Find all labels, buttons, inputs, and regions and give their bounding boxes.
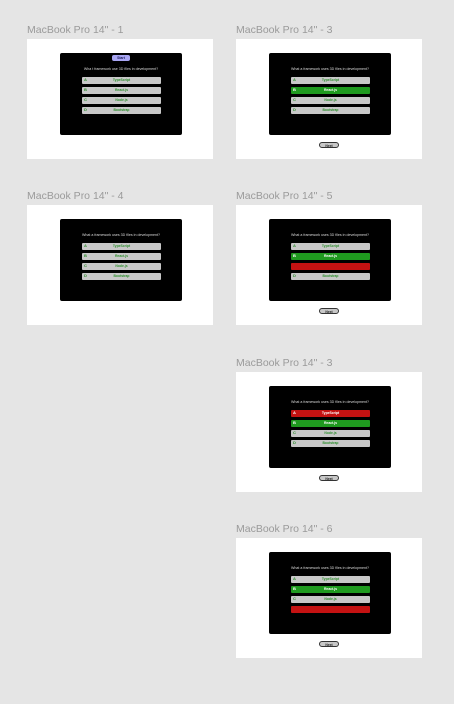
answer-b-correct[interactable]: B React.js bbox=[291, 253, 370, 260]
answer-c[interactable]: C Node.js bbox=[291, 596, 370, 603]
answer-text: Node.js bbox=[324, 431, 337, 435]
answer-text: React.js bbox=[323, 88, 337, 92]
quiz-screen: What a framework uses 3D files in develo… bbox=[269, 552, 391, 634]
answer-a[interactable]: A TypeScript bbox=[82, 243, 161, 250]
answer-c-wrong[interactable] bbox=[291, 263, 370, 270]
answer-text: TypeScript bbox=[112, 244, 131, 248]
quiz-screen: What a framework uses 3D files in develo… bbox=[269, 386, 391, 468]
answer-text: Bootstrap bbox=[322, 274, 339, 278]
quiz-screen: What a framework uses 3D files in develo… bbox=[269, 219, 391, 301]
answer-a[interactable]: A TypeScript bbox=[82, 77, 161, 84]
answer-text: Node.js bbox=[324, 98, 337, 102]
start-button[interactable]: Start bbox=[112, 55, 130, 61]
answer-c[interactable]: C Node.js bbox=[82, 263, 161, 270]
answer-c[interactable]: C Node.js bbox=[82, 97, 161, 104]
next-button[interactable]: Next bbox=[319, 475, 339, 481]
answer-d[interactable]: D Bootstrap bbox=[82, 273, 161, 280]
answer-b[interactable]: B React.js bbox=[82, 253, 161, 260]
frame-label-5: MacBook Pro 14" - 5 bbox=[236, 190, 333, 202]
answer-b-correct[interactable]: B React.js bbox=[291, 87, 370, 94]
frame-label-1: MacBook Pro 14" - 1 bbox=[27, 24, 124, 36]
answer-text: TypeScript bbox=[321, 78, 340, 82]
question-text: What a framework uses 3D files in develo… bbox=[81, 233, 161, 237]
answer-b-correct[interactable]: B React.js bbox=[291, 420, 370, 427]
answer-text: Node.js bbox=[324, 597, 337, 601]
answer-a[interactable]: A TypeScript bbox=[291, 243, 370, 250]
frame-macbook-1: Start Wha t framework use 3D files in de… bbox=[27, 39, 213, 159]
next-button[interactable]: Next bbox=[319, 308, 339, 314]
answer-d[interactable]: D Bootstrap bbox=[291, 440, 370, 447]
answer-c[interactable]: C Node.js bbox=[291, 97, 370, 104]
answer-d[interactable]: D Bootstrap bbox=[291, 107, 370, 114]
answer-c[interactable]: C Node.js bbox=[291, 430, 370, 437]
answer-text: React.js bbox=[114, 254, 128, 258]
quiz-screen: What a framework uses 3D files in develo… bbox=[269, 53, 391, 135]
question-text: What a framework uses 3D files in develo… bbox=[290, 233, 370, 237]
answer-text: Bootstrap bbox=[113, 274, 130, 278]
frame-macbook-5: What a framework uses 3D files in develo… bbox=[236, 205, 422, 325]
frame-macbook-3b: What a framework uses 3D files in develo… bbox=[236, 372, 422, 492]
answer-b[interactable]: B React.js bbox=[82, 87, 161, 94]
question-text: What a framework uses 3D files in develo… bbox=[290, 67, 370, 71]
frame-macbook-3: What a framework uses 3D files in develo… bbox=[236, 39, 422, 159]
quiz-screen: What a framework uses 3D files in develo… bbox=[60, 219, 182, 301]
answer-a-wrong[interactable]: A TypeScript bbox=[291, 410, 370, 417]
answer-text: Bootstrap bbox=[322, 441, 339, 445]
question-text: What a framework uses 3D files in develo… bbox=[290, 400, 370, 404]
frame-macbook-4: What a framework uses 3D files in develo… bbox=[27, 205, 213, 325]
answer-a[interactable]: A TypeScript bbox=[291, 576, 370, 583]
answer-text: React.js bbox=[114, 88, 128, 92]
answer-text: React.js bbox=[323, 587, 337, 591]
answer-text: React.js bbox=[323, 421, 337, 425]
answer-text: Bootstrap bbox=[322, 108, 339, 112]
answer-text: React.js bbox=[323, 254, 337, 258]
answer-d[interactable]: D Bootstrap bbox=[291, 273, 370, 280]
frame-label-3b: MacBook Pro 14" - 3 bbox=[236, 357, 333, 369]
answer-text: Node.js bbox=[115, 98, 128, 102]
answer-text: TypeScript bbox=[321, 411, 340, 415]
answer-text: TypeScript bbox=[321, 244, 340, 248]
next-button[interactable]: Next bbox=[319, 142, 339, 148]
next-button[interactable]: Next bbox=[319, 641, 339, 647]
answer-d[interactable]: D Bootstrap bbox=[82, 107, 161, 114]
answer-text: Node.js bbox=[115, 264, 128, 268]
answer-text: Bootstrap bbox=[113, 108, 130, 112]
answer-d-wrong[interactable] bbox=[291, 606, 370, 613]
answer-text: TypeScript bbox=[112, 78, 131, 82]
frame-macbook-6: What a framework uses 3D files in develo… bbox=[236, 538, 422, 658]
answer-a[interactable]: A TypeScript bbox=[291, 77, 370, 84]
quiz-screen: Start Wha t framework use 3D files in de… bbox=[60, 53, 182, 135]
question-text: What a framework uses 3D files in develo… bbox=[290, 566, 370, 570]
frame-label-3: MacBook Pro 14" - 3 bbox=[236, 24, 333, 36]
answer-text: TypeScript bbox=[321, 577, 340, 581]
question-text: Wha t framework use 3D files in developm… bbox=[83, 67, 159, 71]
frame-label-6: MacBook Pro 14" - 6 bbox=[236, 523, 333, 535]
answer-b-correct[interactable]: B React.js bbox=[291, 586, 370, 593]
frame-label-4: MacBook Pro 14" - 4 bbox=[27, 190, 124, 202]
